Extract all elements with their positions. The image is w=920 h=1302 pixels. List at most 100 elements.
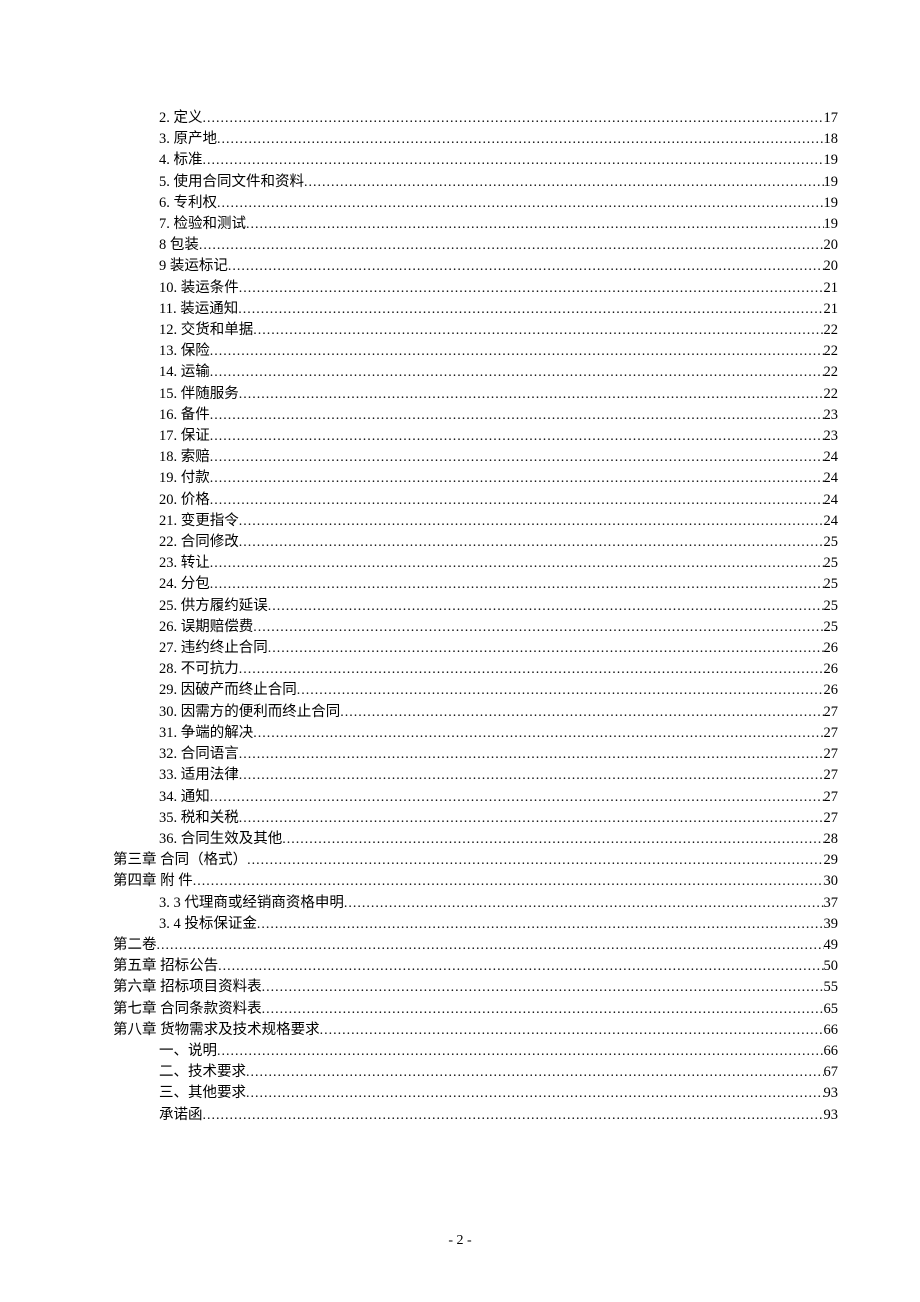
toc-label: 22. 合同修改 <box>159 532 239 553</box>
toc-leader-dots <box>253 723 823 744</box>
toc-entry: 22. 合同修改25 <box>113 532 838 553</box>
toc-leader-dots <box>253 320 823 341</box>
toc-entry: 5. 使用合同文件和资料19 <box>113 172 838 193</box>
toc-leader-dots <box>217 129 824 150</box>
toc-page-number: 37 <box>824 893 839 914</box>
toc-leader-dots <box>297 680 824 701</box>
toc-leader-dots <box>210 490 824 511</box>
toc-entry: 11. 装运通知21 <box>113 299 838 320</box>
toc-page-number: 23 <box>824 426 839 447</box>
toc-page-number: 27 <box>824 765 839 786</box>
toc-label: 36. 合同生效及其他 <box>159 829 282 850</box>
toc-page-number: 30 <box>824 871 839 892</box>
toc-label: 第三章 合同（格式） <box>113 850 247 871</box>
toc-entry: 28. 不可抗力26 <box>113 659 838 680</box>
toc-leader-dots <box>218 956 823 977</box>
toc-label: 2. 定义 <box>159 108 203 129</box>
toc-page-number: 67 <box>824 1062 839 1083</box>
toc-entry: 第三章 合同（格式）29 <box>113 850 838 871</box>
toc-label: 13. 保险 <box>159 341 210 362</box>
toc-label: 23. 转让 <box>159 553 210 574</box>
toc-leader-dots <box>210 574 824 595</box>
toc-label: 4. 标准 <box>159 150 203 171</box>
toc-page-number: 66 <box>824 1041 839 1062</box>
toc-entry: 15. 伴随服务22 <box>113 384 838 405</box>
toc-page-number: 39 <box>824 914 839 935</box>
toc-label: 33. 适用法律 <box>159 765 239 786</box>
toc-leader-dots <box>203 108 824 129</box>
toc-leader-dots <box>239 384 824 405</box>
toc-entry: 10. 装运条件21 <box>113 278 838 299</box>
toc-page-number: 28 <box>824 829 839 850</box>
toc-page-number: 22 <box>824 384 839 405</box>
toc-entry: 23. 转让 25 <box>113 553 838 574</box>
toc-leader-dots <box>203 150 824 171</box>
toc-page-number: 26 <box>824 638 839 659</box>
toc-container: 2. 定义173. 原产地184. 标准195. 使用合同文件和资料196. 专… <box>113 108 838 1126</box>
toc-page-number: 19 <box>824 193 839 214</box>
toc-entry: 32. 合同语言27 <box>113 744 838 765</box>
toc-entry: 三、其他要求93 <box>113 1083 838 1104</box>
toc-leader-dots <box>304 172 824 193</box>
toc-page-number: 65 <box>824 999 839 1020</box>
toc-leader-dots <box>239 532 824 553</box>
toc-entry: 34. 通知27 <box>113 787 838 808</box>
toc-page-number: 17 <box>824 108 839 129</box>
toc-entry: 14. 运输22 <box>113 362 838 383</box>
toc-entry: 3. 3 代理商或经销商资格申明 37 <box>113 893 838 914</box>
toc-page-number: 24 <box>824 511 839 532</box>
toc-label: 17. 保证 <box>159 426 210 447</box>
toc-leader-dots <box>239 744 824 765</box>
toc-leader-dots <box>217 193 824 214</box>
toc-label: 三、其他要求 <box>159 1083 246 1104</box>
toc-label: 9 装运标记 <box>159 256 228 277</box>
toc-leader-dots <box>210 468 824 489</box>
toc-leader-dots <box>217 1041 824 1062</box>
toc-label: 第四章 附 件 <box>113 871 193 892</box>
toc-page-number: 24 <box>824 490 839 511</box>
toc-page-number: 26 <box>824 680 839 701</box>
toc-leader-dots <box>210 405 824 426</box>
toc-label: 6. 专利权 <box>159 193 217 214</box>
toc-label: 第六章 招标项目资料表 <box>113 977 262 998</box>
toc-label: 35. 税和关税 <box>159 808 239 829</box>
toc-leader-dots <box>210 362 824 383</box>
toc-page-number: 20 <box>824 235 839 256</box>
toc-entry: 29. 因破产而终止合同26 <box>113 680 838 701</box>
toc-page-number: 27 <box>824 723 839 744</box>
toc-leader-dots <box>210 553 824 574</box>
toc-page-number: 21 <box>824 299 839 320</box>
toc-entry: 2. 定义 17 <box>113 108 838 129</box>
toc-label: 16. 备件 <box>159 405 210 426</box>
toc-leader-dots <box>262 977 824 998</box>
toc-entry: 18. 索赔24 <box>113 447 838 468</box>
toc-label: 8 包装 <box>159 235 199 256</box>
toc-label: 5. 使用合同文件和资料 <box>159 172 304 193</box>
toc-leader-dots <box>239 808 824 829</box>
toc-leader-dots <box>246 1083 824 1104</box>
toc-leader-dots <box>246 1062 824 1083</box>
toc-entry: 24. 分包25 <box>113 574 838 595</box>
toc-entry: 31. 争端的解决27 <box>113 723 838 744</box>
toc-page-number: 22 <box>824 341 839 362</box>
toc-entry: 26. 误期赔偿费25 <box>113 617 838 638</box>
toc-leader-dots <box>344 893 824 914</box>
toc-leader-dots <box>257 914 824 935</box>
toc-entry: 12. 交货和单据22 <box>113 320 838 341</box>
toc-label: 3. 4 投标保证金 <box>159 914 257 935</box>
toc-page-number: 50 <box>824 956 839 977</box>
toc-page-number: 22 <box>824 320 839 341</box>
toc-label: 27. 违约终止合同 <box>159 638 268 659</box>
toc-label: 第八章 货物需求及技术规格要求 <box>113 1020 320 1041</box>
toc-entry: 33. 适用法律 27 <box>113 765 838 786</box>
toc-leader-dots <box>239 278 824 299</box>
toc-leader-dots <box>268 638 824 659</box>
toc-page-number: 24 <box>824 447 839 468</box>
toc-page-number: 24 <box>824 468 839 489</box>
toc-leader-dots <box>210 341 824 362</box>
toc-label: 34. 通知 <box>159 787 210 808</box>
toc-page-number: 25 <box>824 553 839 574</box>
toc-label: 3. 3 代理商或经销商资格申明 <box>159 893 344 914</box>
toc-entry: 承诺函93 <box>113 1105 838 1126</box>
toc-entry: 一、说明66 <box>113 1041 838 1062</box>
